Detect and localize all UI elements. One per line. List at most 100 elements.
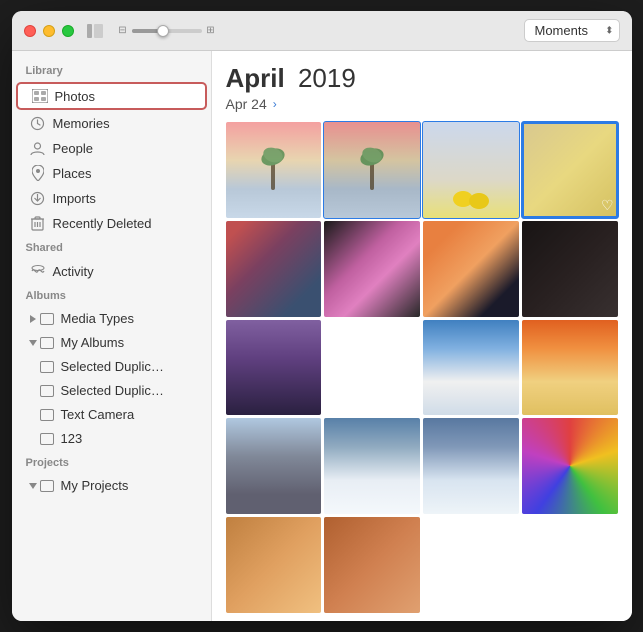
photo-image-1 [226,122,322,218]
sidebar-item-123[interactable]: 123 [16,427,207,450]
photo-cell-11[interactable] [423,320,519,416]
photo-cell-7[interactable] [423,221,519,317]
people-label: People [53,141,93,156]
photo-cell-5[interactable] [226,221,322,317]
zoom-slider-container: ⊟ ⊞ [114,22,220,40]
123-label: 123 [61,431,83,446]
photo-image-2 [324,122,420,218]
my-projects-label: My Projects [61,478,129,493]
places-label: Places [53,166,92,181]
collapse-icon [30,315,36,323]
photo-cell-12[interactable] [522,320,618,416]
sidebar-item-people[interactable]: People [16,136,207,160]
photo-cell-17[interactable] [226,517,322,613]
sidebar-item-my-projects[interactable]: My Projects [16,474,207,497]
sidebar-item-photos[interactable]: Photos [16,82,207,110]
photo-cell-9[interactable] [226,320,322,416]
projects-expand-icon [29,483,37,489]
maximize-button[interactable] [62,25,74,37]
sidebar-item-selected-duplic-2[interactable]: Selected Duplic… [16,379,207,402]
selected-duplic-1-label: Selected Duplic… [61,359,164,374]
library-section-label: Library [12,59,211,81]
album-icon-3 [40,409,54,421]
photo-cell-6[interactable] [324,221,420,317]
memories-icon [30,115,46,131]
photo-image-9 [226,320,322,416]
folder-icon-2 [40,337,54,349]
activity-icon [30,263,46,279]
photo-image-3 [423,122,519,218]
sidebar-toggle-icon[interactable] [86,22,104,40]
photo-image-6 [324,221,420,317]
imports-icon [30,190,46,206]
photo-cell-18[interactable] [324,517,420,613]
photo-cell-16[interactable] [522,418,618,514]
recently-deleted-label: Recently Deleted [53,216,152,231]
photo-cell-10[interactable] [324,320,420,416]
traffic-lights [24,25,74,37]
people-icon [30,140,46,156]
my-albums-label: My Albums [61,335,125,350]
sidebar-item-places[interactable]: Places [16,161,207,185]
memories-label: Memories [53,116,110,131]
sidebar-item-text-camera[interactable]: Text Camera [16,403,207,426]
photo-cell-14[interactable] [324,418,420,514]
content-title-bold: April [226,63,285,93]
selected-duplic-2-label: Selected Duplic… [61,383,164,398]
sidebar-item-memories[interactable]: Memories [16,111,207,135]
photo-image-10 [324,320,420,416]
photo-image-11 [423,320,519,416]
projects-section-label: Projects [12,451,211,473]
photos-icon [32,88,48,104]
zoom-out-icon: ⊟ [114,22,132,40]
photo-cell-3[interactable] [423,122,519,218]
photo-image-17 [226,517,322,613]
photo-cell-4[interactable]: ♡ [522,122,618,218]
sidebar-item-media-types[interactable]: Media Types [16,307,207,330]
photo-image-12 [522,320,618,416]
date-nav: Apr 24 › [226,96,618,112]
photo-cell-2[interactable] [324,122,420,218]
favorite-icon: ♡ [601,197,614,214]
content-area: April 2019 Apr 24 › ♡ [212,51,632,621]
photo-image-7 [423,221,519,317]
album-icon-1 [40,361,54,373]
view-dropdown[interactable]: Moments Years Collections [524,19,620,42]
content-title-light: 2019 [298,63,356,93]
text-camera-label: Text Camera [61,407,135,422]
photo-grid: ♡ [226,122,618,613]
photos-label: Photos [55,89,95,104]
expand-icon [29,340,37,346]
titlebar: ⊟ ⊞ Moments Years Collections ⬍ [12,11,632,51]
sidebar-item-activity[interactable]: Activity [16,259,207,283]
main-window: ⊟ ⊞ Moments Years Collections ⬍ Li [12,11,632,621]
photo-cell-15[interactable] [423,418,519,514]
places-icon [30,165,46,181]
photo-cell-1[interactable] [226,122,322,218]
close-button[interactable] [24,25,36,37]
date-nav-label: Apr 24 [226,96,267,112]
sidebar-item-my-albums[interactable]: My Albums [16,331,207,354]
photo-image-5 [226,221,322,317]
shared-section-label: Shared [12,236,211,258]
photo-cell-13[interactable] [226,418,322,514]
content-header: April 2019 Apr 24 › [226,63,618,112]
date-nav-arrow-icon[interactable]: › [273,97,277,111]
view-dropdown-wrapper: Moments Years Collections ⬍ [524,19,620,42]
trash-icon [30,215,46,231]
photo-cell-8[interactable] [522,221,618,317]
photo-image-16 [522,418,618,514]
sidebar-item-recently-deleted[interactable]: Recently Deleted [16,211,207,235]
sidebar: Library Photos [12,51,212,621]
sidebar-item-selected-duplic-1[interactable]: Selected Duplic… [16,355,207,378]
projects-folder-icon [40,480,54,492]
toolbar-controls: ⊟ ⊞ [86,22,220,40]
minimize-button[interactable] [43,25,55,37]
main-content: Library Photos [12,51,632,621]
photo-image-14 [324,418,420,514]
photo-image-8 [522,221,618,317]
photo-image-18 [324,517,420,613]
zoom-slider-track[interactable] [132,29,202,33]
view-mode-container: Moments Years Collections ⬍ [524,19,620,42]
sidebar-item-imports[interactable]: Imports [16,186,207,210]
